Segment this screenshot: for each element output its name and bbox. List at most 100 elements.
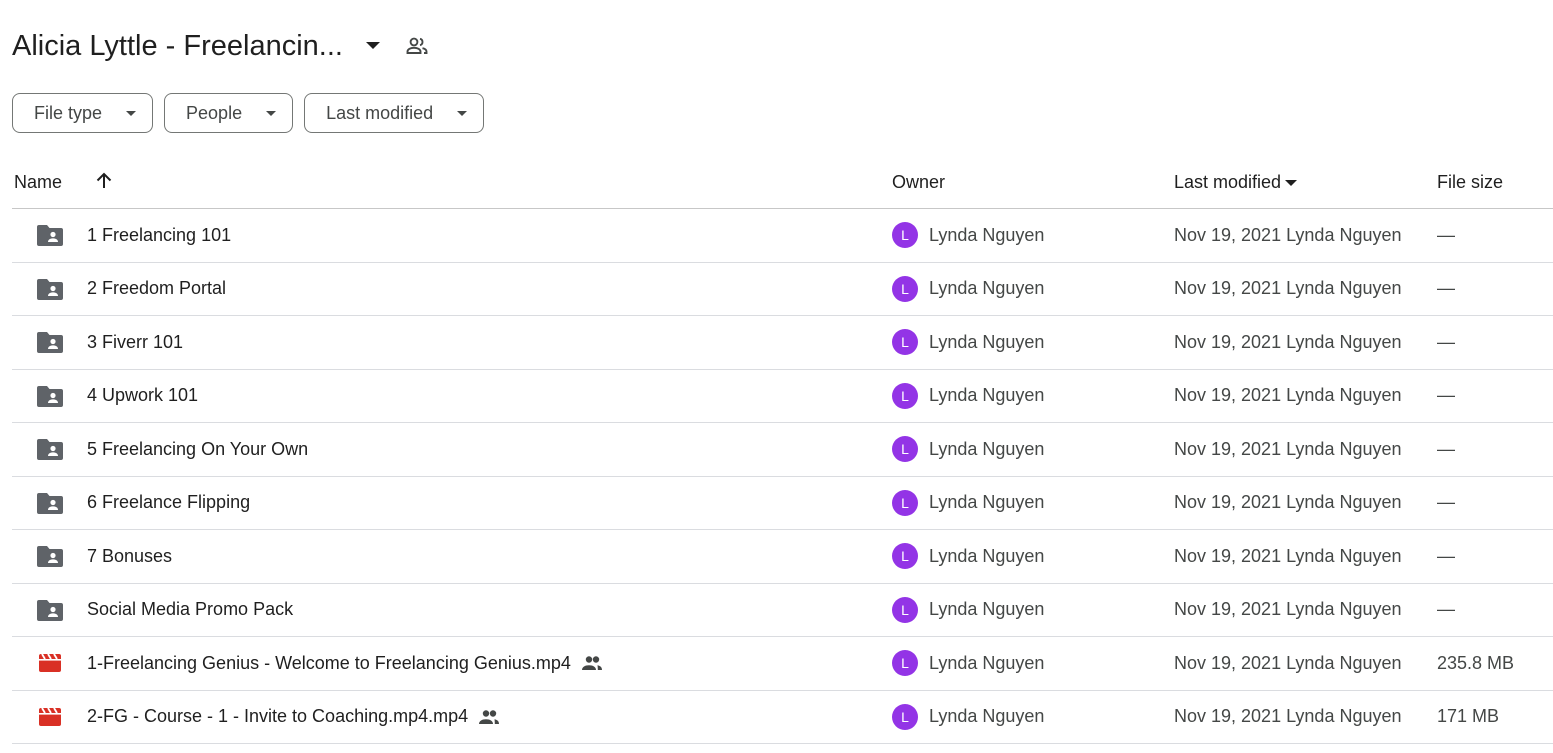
table-row[interactable]: 6 Freelance Flipping L Lynda Nguyen Nov 19,… <box>12 477 1553 530</box>
file-type-filter[interactable]: File type <box>12 93 154 133</box>
chip-label: Last modified <box>326 102 434 123</box>
table-row[interactable]: 5 Freelancing On Your Own L Lynda Nguyen No… <box>12 423 1553 477</box>
column-header-last-modified[interactable]: Last modified <box>1174 172 1298 193</box>
filter-chips: File type People Last modified <box>12 93 485 133</box>
shared-folder-icon <box>36 423 64 476</box>
avatar: L <box>892 329 918 356</box>
owner-name: Lynda Nguyen <box>929 652 1045 673</box>
file-name[interactable]: 1-Freelancing Genius - Welcome to Freela… <box>87 637 603 690</box>
last-modified-cell: Nov 19, 2021 Lynda Nguyen <box>1174 438 1402 459</box>
table-row[interactable]: 2-FG - Course - 1 - Invite to Coaching.m… <box>12 691 1553 744</box>
file-size-cell: — <box>1437 492 1455 513</box>
file-name[interactable]: Social Media Promo Pack <box>87 584 293 637</box>
file-size-cell: — <box>1437 599 1455 620</box>
arrow-upward-icon[interactable] <box>92 169 116 193</box>
owner-cell: L Lynda Nguyen <box>892 530 1044 583</box>
owner-name: Lynda Nguyen <box>929 385 1045 406</box>
file-name[interactable]: 3 Fiverr 101 <box>87 316 183 369</box>
file-name[interactable]: 2 Freedom Portal <box>87 263 226 316</box>
file-size-cell: 235.8 MB <box>1437 652 1515 673</box>
file-size-cell: — <box>1437 331 1455 352</box>
table-row[interactable]: 4 Upwork 101 L Lynda Nguyen Nov 19, 2021 Ly… <box>12 370 1553 423</box>
shared-folder-icon <box>36 209 64 262</box>
file-name[interactable]: 2-FG - Course - 1 - Invite to Coaching.m… <box>87 691 500 744</box>
file-name-text: 1 Freelancing 101 <box>87 224 232 245</box>
avatar: L <box>892 489 918 516</box>
shared-folder-icon <box>36 370 64 423</box>
file-name-text: 5 Freelancing On Your Own <box>87 438 309 459</box>
avatar: L <box>892 222 918 249</box>
last-modified-cell: Nov 19, 2021 Lynda Nguyen <box>1174 492 1402 513</box>
file-name-text: 4 Upwork 101 <box>87 385 199 406</box>
file-name-text: 6 Freelance Flipping <box>87 492 251 513</box>
avatar: L <box>892 436 918 463</box>
owner-name: Lynda Nguyen <box>929 545 1045 566</box>
shared-people-icon <box>581 655 603 671</box>
file-name-text: 2 Freedom Portal <box>87 278 227 299</box>
file-name[interactable]: 4 Upwork 101 <box>87 370 198 423</box>
people-filter[interactable]: People <box>164 93 294 133</box>
file-name-text: Social Media Promo Pack <box>87 599 294 620</box>
file-size-cell: — <box>1437 545 1455 566</box>
table-row[interactable]: Social Media Promo Pack L Lynda Nguyen Nov … <box>12 584 1553 637</box>
owner-cell: L Lynda Nguyen <box>892 263 1044 316</box>
shared-folder-icon <box>36 316 64 369</box>
last-modified-filter[interactable]: Last modified <box>304 93 485 133</box>
file-size-cell: — <box>1437 385 1455 406</box>
avatar: L <box>892 275 918 302</box>
column-header-file-size[interactable]: File size <box>1437 172 1503 193</box>
table-row[interactable]: 3 Fiverr 101 L Lynda Nguyen Nov 19, 2021 Ly… <box>12 316 1553 370</box>
column-header-owner[interactable]: Owner <box>892 172 945 193</box>
file-name[interactable]: 6 Freelance Flipping <box>87 477 250 530</box>
file-name-text: 1-Freelancing Genius - Welcome to Freela… <box>87 652 571 673</box>
file-list: Name Owner Last modified File size 1 Fre… <box>12 158 1553 744</box>
last-modified-cell: Nov 19, 2021 Lynda Nguyen <box>1174 545 1402 566</box>
owner-name: Lynda Nguyen <box>929 599 1045 620</box>
file-size-cell: 171 MB <box>1437 706 1500 727</box>
file-name[interactable]: 7 Bonuses <box>87 530 172 583</box>
avatar: L <box>892 650 918 677</box>
last-modified-cell: Nov 19, 2021 Lynda Nguyen <box>1174 706 1402 727</box>
owner-name: Lynda Nguyen <box>929 438 1045 459</box>
table-row[interactable]: 2 Freedom Portal L Lynda Nguyen Nov 19, 202… <box>12 263 1553 316</box>
owner-name: Lynda Nguyen <box>929 331 1045 352</box>
table-row[interactable]: 7 Bonuses L Lynda Nguyen Nov 19, 2021 Lynda… <box>12 530 1553 584</box>
table-row[interactable]: 1 Freelancing 101 L Lynda Nguyen Nov 19, 20… <box>12 209 1553 263</box>
last-modified-cell: Nov 19, 2021 Lynda Nguyen <box>1174 278 1402 299</box>
avatar: L <box>892 382 918 409</box>
owner-name: Lynda Nguyen <box>929 492 1045 513</box>
chip-label: File type <box>34 102 103 123</box>
arrow-drop-down-icon[interactable] <box>359 32 387 60</box>
folder-title: Alicia Lyttle - Freelancin... <box>12 29 343 62</box>
file-name[interactable]: 5 Freelancing On Your Own <box>87 423 308 476</box>
avatar: L <box>892 543 918 570</box>
file-name[interactable]: 1 Freelancing 101 <box>87 209 231 262</box>
folder-header: Alicia Lyttle - Freelancin... <box>12 24 431 68</box>
chip-label: People <box>186 102 243 123</box>
owner-name: Lynda Nguyen <box>929 224 1045 245</box>
table-row[interactable]: 1-Freelancing Genius - Welcome to Freela… <box>12 637 1553 691</box>
arrow-drop-down-icon <box>1285 179 1298 186</box>
arrow-drop-down-icon <box>126 110 137 116</box>
shared-folder-icon <box>36 530 64 583</box>
arrow-drop-down-icon <box>266 110 277 116</box>
table-body: 1 Freelancing 101 L Lynda Nguyen Nov 19, 20… <box>12 209 1553 744</box>
last-modified-cell: Nov 19, 2021 Lynda Nguyen <box>1174 224 1402 245</box>
people-icon[interactable] <box>403 32 431 60</box>
file-name-text: 7 Bonuses <box>87 545 173 566</box>
owner-cell: L Lynda Nguyen <box>892 423 1044 476</box>
drive-folder-view: Alicia Lyttle - Freelancin... File type … <box>0 0 1553 753</box>
owner-cell: L Lynda Nguyen <box>892 477 1044 530</box>
owner-cell: L Lynda Nguyen <box>892 584 1044 637</box>
avatar: L <box>892 596 918 623</box>
file-size-cell: — <box>1437 438 1455 459</box>
owner-cell: L Lynda Nguyen <box>892 691 1044 744</box>
column-header-name[interactable]: Name <box>14 172 62 193</box>
file-size-cell: — <box>1437 278 1455 299</box>
file-name-text: 2-FG - Course - 1 - Invite to Coaching.m… <box>87 706 469 727</box>
owner-name: Lynda Nguyen <box>929 278 1045 299</box>
table-header: Name Owner Last modified File size <box>12 158 1553 209</box>
owner-name: Lynda Nguyen <box>929 706 1045 727</box>
video-file-icon <box>36 637 64 690</box>
last-modified-cell: Nov 19, 2021 Lynda Nguyen <box>1174 385 1402 406</box>
